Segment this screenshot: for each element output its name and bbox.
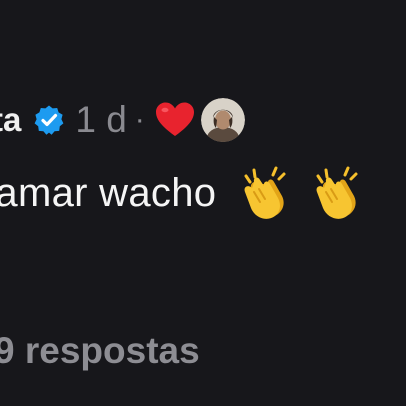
separator-dot: · bbox=[134, 103, 145, 136]
comment-body: tamar wacho bbox=[0, 163, 368, 223]
comment-text: tamar wacho bbox=[0, 170, 217, 215]
red-heart-icon bbox=[155, 102, 195, 138]
verified-badge-icon bbox=[33, 104, 65, 136]
comment-timestamp: 1 d bbox=[75, 99, 127, 140]
author-avatar[interactable] bbox=[200, 98, 245, 142]
comment-header: ta 1 d · bbox=[0, 96, 245, 144]
clapping-hands-icon bbox=[234, 162, 296, 224]
view-replies-button[interactable]: 9 respostas bbox=[0, 330, 200, 372]
comment-username[interactable]: ta bbox=[0, 101, 21, 139]
clapping-hands-icon bbox=[306, 162, 368, 224]
